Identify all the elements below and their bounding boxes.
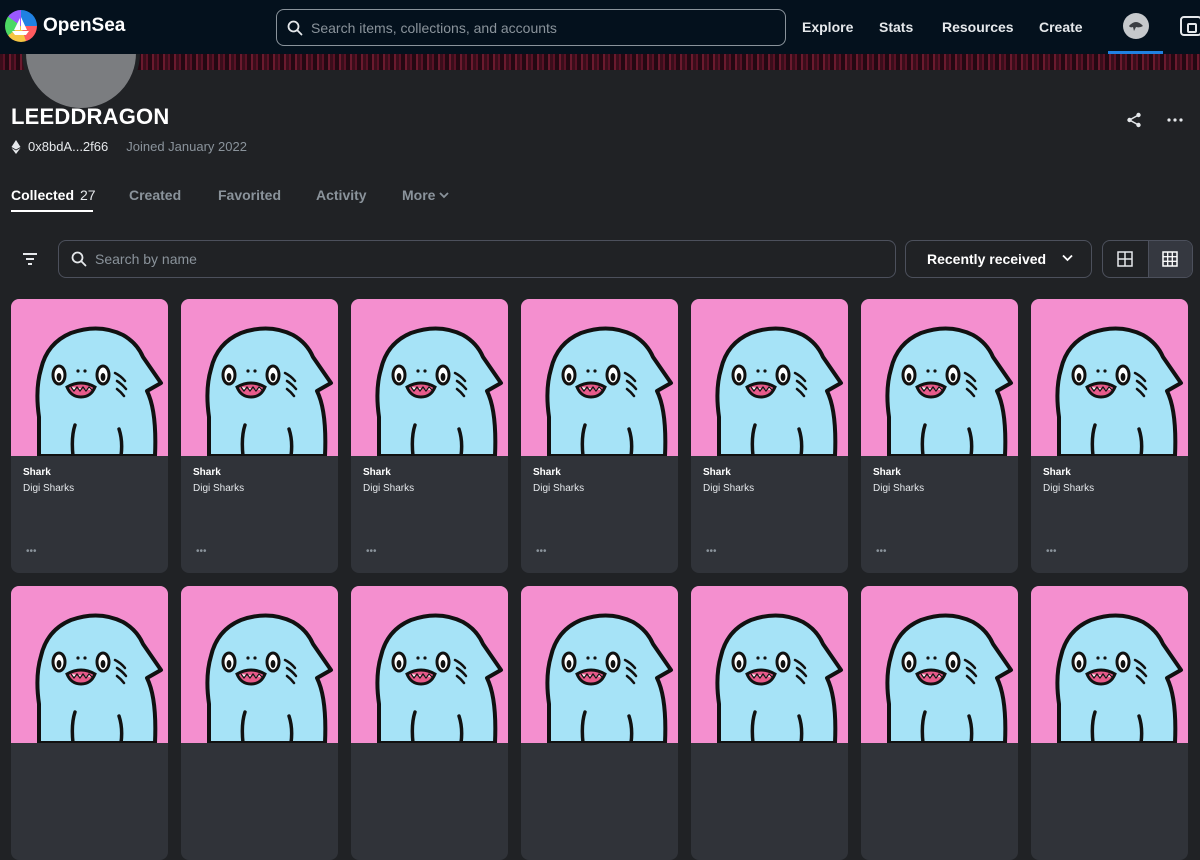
sort-value: Recently received bbox=[927, 251, 1047, 267]
nft-card[interactable]: Shark Digi Sharks ••• bbox=[11, 299, 168, 573]
nft-image[interactable] bbox=[691, 586, 848, 743]
nft-card[interactable]: Shark Digi Sharks ••• bbox=[181, 299, 338, 573]
nft-image[interactable] bbox=[861, 586, 1018, 743]
nft-collection[interactable]: Digi Sharks bbox=[23, 483, 74, 494]
nft-name: Shark bbox=[1043, 467, 1071, 478]
active-tab-indicator bbox=[11, 210, 93, 212]
card-more-options-icon[interactable]: ••• bbox=[706, 547, 717, 557]
nft-card[interactable]: Shark Digi Sharks ••• bbox=[1031, 299, 1188, 573]
card-more-options-icon[interactable]: ••• bbox=[876, 547, 887, 557]
profile-username: LEEDDRAGON bbox=[11, 104, 170, 129]
nft-card[interactable]: Shark Digi Sharks ••• bbox=[691, 299, 848, 573]
nft-card[interactable] bbox=[1031, 586, 1188, 860]
nft-image[interactable] bbox=[181, 299, 338, 456]
nft-name: Shark bbox=[533, 467, 561, 478]
nav-link-create[interactable]: Create bbox=[1039, 19, 1083, 35]
ethereum-icon bbox=[11, 139, 21, 154]
global-search-box[interactable] bbox=[276, 9, 786, 46]
card-more-options-icon[interactable]: ••• bbox=[26, 547, 37, 557]
wallet-icon[interactable] bbox=[1180, 16, 1200, 36]
wallet-address[interactable]: 0x8bdA...2f66 bbox=[28, 139, 108, 154]
nav-link-stats[interactable]: Stats bbox=[879, 19, 913, 35]
tab-created[interactable]: Created bbox=[129, 187, 181, 203]
tab-collected[interactable]: Collected 27 bbox=[11, 187, 96, 203]
card-more-options-icon[interactable]: ••• bbox=[196, 547, 207, 557]
tab-collected-label: Collected bbox=[11, 187, 75, 203]
small-grid-view-button[interactable] bbox=[1147, 241, 1192, 277]
share-icon[interactable] bbox=[1126, 112, 1142, 128]
name-search-box[interactable] bbox=[58, 240, 896, 278]
nft-image[interactable] bbox=[861, 299, 1018, 456]
tab-more-label: More bbox=[402, 187, 436, 203]
nav-link-resources[interactable]: Resources bbox=[942, 19, 1014, 35]
view-toggle bbox=[1102, 240, 1193, 278]
card-more-options-icon[interactable]: ••• bbox=[1046, 547, 1057, 557]
global-search-input[interactable] bbox=[311, 19, 785, 36]
nft-image[interactable] bbox=[351, 299, 508, 456]
nft-image[interactable] bbox=[351, 586, 508, 743]
nft-image[interactable] bbox=[521, 299, 678, 456]
sort-dropdown[interactable]: Recently received bbox=[905, 240, 1092, 278]
card-more-options-icon[interactable]: ••• bbox=[366, 547, 377, 557]
nft-image[interactable] bbox=[1031, 299, 1188, 456]
logo-text: OpenSea bbox=[43, 15, 126, 36]
avatar-icon bbox=[1122, 12, 1149, 39]
tab-more[interactable]: More bbox=[402, 187, 450, 203]
joined-date: Joined January 2022 bbox=[126, 139, 247, 154]
nft-image[interactable] bbox=[11, 299, 168, 456]
account-avatar-button[interactable] bbox=[1108, 0, 1163, 54]
small-grid-icon bbox=[1162, 251, 1178, 267]
opensea-logo-icon bbox=[5, 10, 37, 42]
top-nav: OpenSea Explore Stats Resources Create bbox=[0, 0, 1200, 54]
nft-collection[interactable]: Digi Sharks bbox=[533, 483, 584, 494]
nft-image[interactable] bbox=[11, 586, 168, 743]
large-grid-view-button[interactable] bbox=[1103, 241, 1148, 277]
nft-card[interactable] bbox=[11, 586, 168, 860]
nft-image[interactable] bbox=[691, 299, 848, 456]
nft-collection[interactable]: Digi Sharks bbox=[703, 483, 754, 494]
tab-favorited[interactable]: Favorited bbox=[218, 187, 281, 203]
name-search-input[interactable] bbox=[95, 251, 895, 267]
nft-card[interactable] bbox=[351, 586, 508, 860]
nft-card[interactable]: Shark Digi Sharks ••• bbox=[351, 299, 508, 573]
nft-name: Shark bbox=[873, 467, 901, 478]
nft-card[interactable]: Shark Digi Sharks ••• bbox=[861, 299, 1018, 573]
profile-meta: 0x8bdA...2f66 Joined January 2022 bbox=[11, 139, 247, 154]
collected-count: 27 bbox=[80, 187, 96, 203]
search-icon bbox=[71, 251, 87, 267]
nft-collection[interactable]: Digi Sharks bbox=[873, 483, 924, 494]
nft-card[interactable] bbox=[521, 586, 678, 860]
nft-card[interactable]: Shark Digi Sharks ••• bbox=[521, 299, 678, 573]
nft-collection[interactable]: Digi Sharks bbox=[1043, 483, 1094, 494]
nft-card[interactable] bbox=[861, 586, 1018, 860]
nft-name: Shark bbox=[703, 467, 731, 478]
nav-link-explore[interactable]: Explore bbox=[802, 19, 853, 35]
nft-name: Shark bbox=[23, 467, 51, 478]
nft-image[interactable] bbox=[181, 586, 338, 743]
nft-name: Shark bbox=[363, 467, 391, 478]
filter-icon[interactable] bbox=[18, 249, 42, 269]
nft-name: Shark bbox=[193, 467, 221, 478]
more-options-icon[interactable] bbox=[1166, 112, 1184, 128]
nft-collection[interactable]: Digi Sharks bbox=[363, 483, 414, 494]
chevron-down-icon bbox=[439, 191, 450, 198]
logo[interactable]: OpenSea bbox=[5, 10, 125, 42]
tab-activity[interactable]: Activity bbox=[316, 187, 367, 203]
chevron-down-icon bbox=[1062, 254, 1073, 262]
nft-card[interactable] bbox=[691, 586, 848, 860]
nft-image[interactable] bbox=[1031, 586, 1188, 743]
profile-tabs: Collected 27 Created Favorited Activity M… bbox=[0, 182, 1200, 214]
nft-card[interactable] bbox=[181, 586, 338, 860]
nft-image[interactable] bbox=[521, 586, 678, 743]
search-icon bbox=[287, 20, 303, 35]
large-grid-icon bbox=[1117, 251, 1133, 267]
nft-collection[interactable]: Digi Sharks bbox=[193, 483, 244, 494]
profile-banner bbox=[0, 0, 1200, 112]
card-more-options-icon[interactable]: ••• bbox=[536, 547, 547, 557]
